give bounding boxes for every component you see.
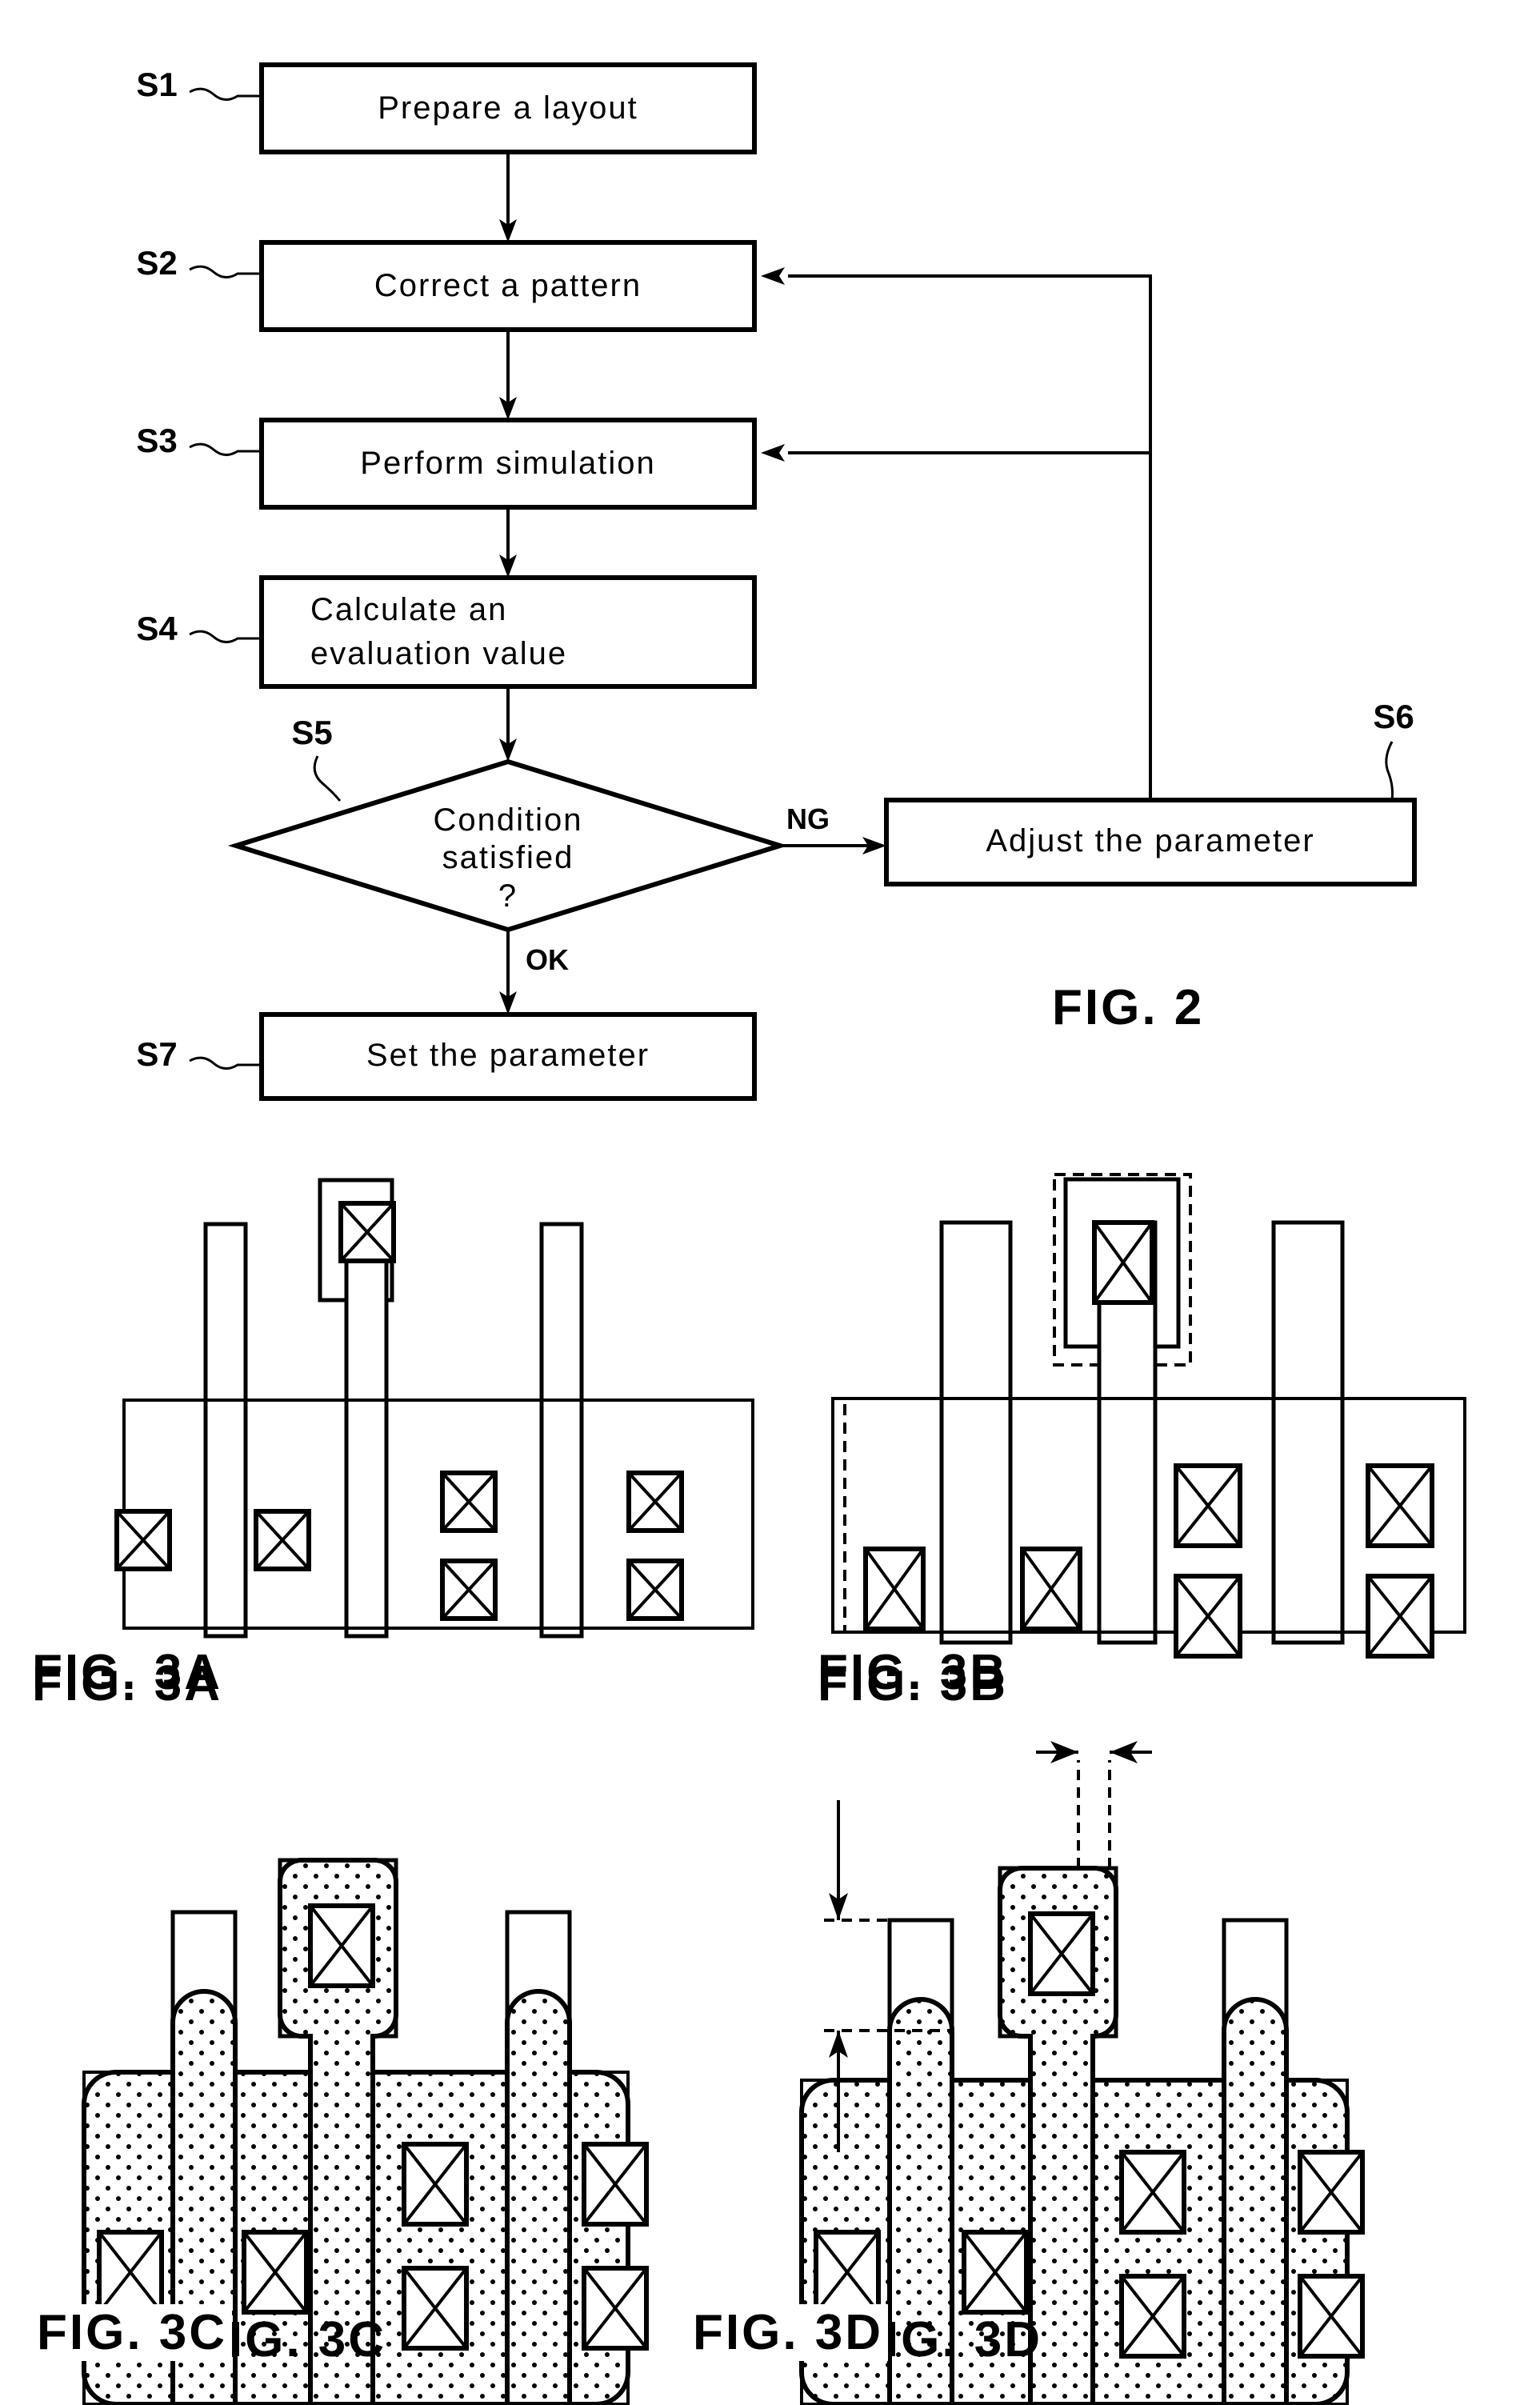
- flow-step-s4-text-line2: evaluation value: [310, 636, 567, 671]
- fig3d-simulated-gate-3: [1222, 1997, 1289, 2405]
- flow-branch-ng-label: NG: [786, 802, 830, 835]
- fig3b-contact-6: [1366, 1574, 1434, 1659]
- patent-figure-sheet: Prepare a layout S1 Correct a pattern S2…: [0, 0, 1540, 2405]
- fig3d-contact-2: [962, 2230, 1029, 2315]
- flow-step-s3-id: S3: [136, 422, 177, 459]
- flow-step-s6-text: Adjust the parameter: [986, 823, 1314, 858]
- fig3c-contact-4: [402, 2266, 469, 2351]
- fig3c-contact-2: [242, 2230, 309, 2315]
- flow-step-s4-text-line1: Calculate an: [310, 592, 507, 627]
- fig3d-contact-3: [1119, 2150, 1186, 2235]
- flow-step-s1-id: S1: [136, 66, 177, 103]
- fig3a-contact-1: [114, 1509, 172, 1571]
- flow-arrow-s4-s5: [499, 686, 517, 762]
- figure-2-flowchart: Prepare a layout S1 Correct a pattern S2…: [32, 62, 1466, 2405]
- flow-arrow-s1-s2: [499, 152, 517, 242]
- fig3a-contact-2: [254, 1509, 311, 1571]
- flow-step-s2-text: Correct a pattern: [374, 268, 642, 303]
- fig3d-contact-pad: [1028, 1911, 1095, 1996]
- flow-step-s1: Prepare a layout S1: [136, 62, 757, 154]
- flow-step-s4: Calculate an evaluation value S4: [136, 575, 757, 689]
- flow-step-s1-text: Prepare a layout: [378, 90, 638, 126]
- flow-step-s3: Perform simulation S3: [136, 418, 757, 510]
- flow-arrow-s2-s3: [499, 330, 517, 420]
- flow-decision-s5-leader: [313, 755, 342, 802]
- fig3a-gate-1: [203, 1222, 248, 1639]
- fig3b-contact-1: [863, 1547, 926, 1631]
- flow-step-s3-leader: [189, 442, 262, 456]
- fig3c-contact-1: [97, 2230, 164, 2315]
- figure-3b-diagram: [831, 1173, 1466, 1659]
- flow-arrow-s3-s4: [499, 507, 517, 578]
- flow-step-s7-id: S7: [136, 1035, 177, 1073]
- flow-branch-ok: OK: [499, 930, 569, 1014]
- fig3d-contact-5: [1298, 2150, 1365, 2235]
- fig3b-contact-3: [1174, 1463, 1242, 1548]
- fig3c-contact-6: [582, 2266, 649, 2351]
- fig3c-simulated-gate-3: [505, 1989, 572, 2405]
- figure-3b-caption-label: FIG. 3B: [818, 1645, 1009, 1700]
- fig3a-contact-6: [626, 1559, 684, 1621]
- flow-step-s7: Set the parameter S7: [136, 1012, 757, 1101]
- fig3a-contact-5: [626, 1471, 684, 1533]
- fig3d-contact-1: [814, 2230, 881, 2315]
- flow-decision-s5-text-line3: ?: [498, 878, 518, 914]
- flow-feedback-s6-to-s3: [761, 444, 1150, 462]
- fig3a-contact-4: [440, 1559, 498, 1621]
- flow-feedback-s6-to-s2: [761, 267, 1152, 800]
- flow-branch-ng: NG: [780, 802, 886, 854]
- flow-step-s4-leader: [189, 630, 262, 643]
- fig3b-gate-1: [939, 1220, 1013, 1645]
- flow-feedback-s6-to-s2-line: [788, 274, 1152, 800]
- fig3b-contact-2: [1020, 1547, 1082, 1631]
- flow-step-s7-leader: [189, 1056, 262, 1070]
- fig3b-contact-4: [1174, 1574, 1242, 1659]
- flow-branch-ok-label: OK: [526, 943, 569, 976]
- figure-3a-diagram: [114, 1178, 754, 1639]
- fig3c-contact-5: [582, 2142, 649, 2227]
- flow-step-s2-leader: [189, 265, 262, 278]
- fig3c-contact-3: [402, 2142, 469, 2227]
- fig3d-contact-4: [1119, 2274, 1186, 2359]
- figure-3c-caption-label: FIG. 3C: [32, 2304, 233, 2361]
- flow-feedback-s6-to-s3-head: [761, 444, 785, 462]
- fig3a-contact-3: [440, 1471, 498, 1533]
- fig3b-contact-5: [1366, 1463, 1434, 1548]
- fig3a-gate-2: [344, 1222, 389, 1639]
- flow-step-s6-id: S6: [1373, 698, 1414, 735]
- flow-step-s3-text: Perform simulation: [360, 446, 655, 481]
- flow-decision-s5-id: S5: [291, 714, 332, 751]
- figure-3d-caption-label: FIG. 3D: [688, 2304, 889, 2361]
- figure-3a-caption-label: FIG. 3A: [32, 1645, 223, 1700]
- fig3d-contact-6: [1298, 2274, 1365, 2359]
- figure-2-caption: FIG. 2: [1052, 980, 1204, 1035]
- fig3c-contact-pad: [308, 1903, 375, 1988]
- flow-step-s2: Correct a pattern S2: [136, 240, 757, 332]
- flow-step-s4-id: S4: [136, 610, 178, 647]
- flow-step-s7-text: Set the parameter: [366, 1038, 650, 1073]
- flow-decision-s5-text-line1: Condition: [433, 802, 582, 838]
- fig3a-gate-3: [539, 1222, 584, 1639]
- fig3d-dimension-horizontal: [1036, 1741, 1152, 1868]
- fig3b-contact-pad: [1092, 1220, 1154, 1305]
- flow-step-s6-leader: [1385, 741, 1394, 801]
- fig3a-contact-pad: [338, 1201, 396, 1263]
- flow-step-s2-id: S2: [136, 244, 177, 282]
- flow-step-s1-leader: [189, 87, 262, 101]
- flow-decision-s5-text-line2: satisfied: [442, 840, 574, 875]
- flow-feedback-s6-to-s2-head: [761, 267, 785, 285]
- fig3b-gate-3: [1271, 1220, 1345, 1645]
